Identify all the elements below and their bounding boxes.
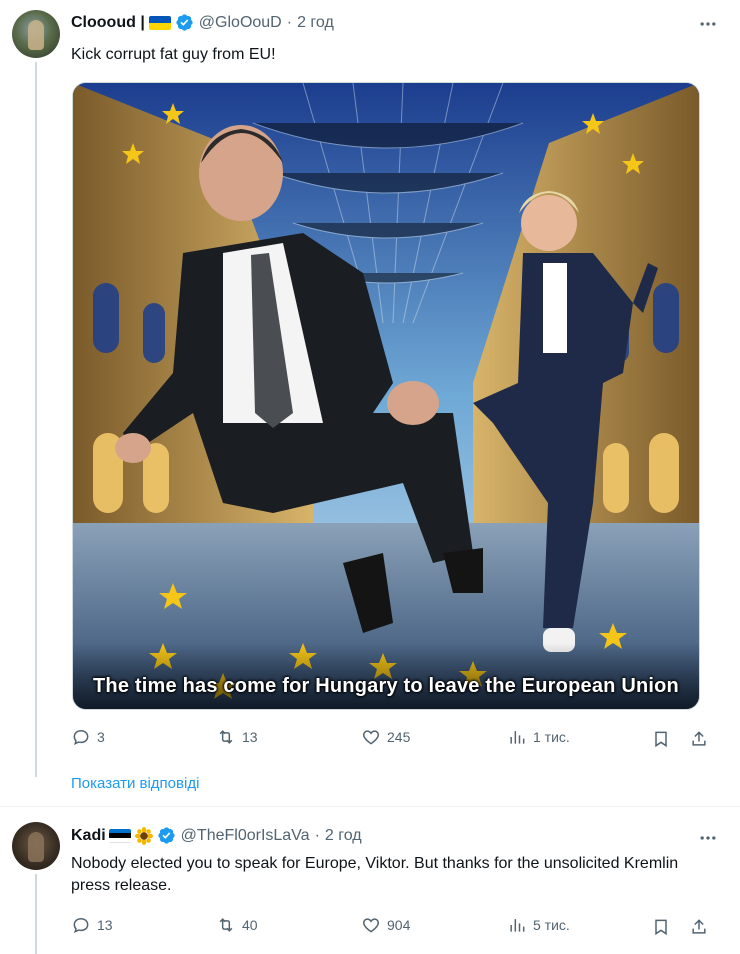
tweet-actions: 13 40 904 5 тис. [71,915,721,939]
repost-count: 40 [242,917,258,933]
like-count: 245 [387,729,411,745]
sunflower-icon [134,826,153,845]
tweet-header: Cloooud | @GloOouD · 2 год [71,13,334,32]
image-caption: The time has come for Hungary to leave t… [93,675,679,697]
reply-count: 13 [97,917,113,933]
verified-badge-icon[interactable] [157,826,176,845]
views-icon [510,919,525,932]
avatar[interactable] [12,822,60,870]
user-handle[interactable]: @GloOouD [199,14,282,32]
reply-count: 3 [97,729,105,745]
tweet-divider [0,806,740,807]
tweet-text: Nobody elected you to speak for Europe, … [71,855,679,894]
repost-count: 13 [242,729,258,745]
thread-connector-line [35,874,37,954]
tweet[interactable]: Cloooud | @GloOouD · 2 год Kick corrupt … [0,0,740,806]
show-replies-link[interactable]: Показати відповіді [71,775,199,792]
avatar-figure [28,832,44,862]
repost-icon [219,730,233,744]
tweet-text: Kick corrupt fat guy from EU! [71,46,276,63]
reply-button[interactable]: 13 [71,915,113,935]
bookmark-icon[interactable] [651,729,671,749]
reply-icon [73,917,89,934]
like-button[interactable]: 904 [361,915,410,935]
like-button[interactable]: 245 [361,727,410,747]
tweet-image[interactable]: The time has come for Hungary to leave t… [72,82,700,710]
share-icon[interactable] [689,729,709,749]
repost-button[interactable]: 13 [216,727,258,747]
views-count: 1 тис. [533,729,570,745]
timestamp[interactable]: 2 год [325,827,362,845]
share-icon[interactable] [689,917,709,937]
bookmark-icon[interactable] [651,917,671,937]
display-name[interactable]: Kadi [71,827,106,845]
display-name[interactable]: Cloooud | [71,14,145,32]
more-icon[interactable] [698,14,718,34]
timestamp[interactable]: 2 год [297,14,334,32]
reply-icon [73,729,89,746]
views-count: 5 тис. [533,917,570,933]
reply-button[interactable]: 3 [71,727,105,747]
like-count: 904 [387,917,411,933]
tweet-header: Kadi @TheFl0orIsLaVa · 2 год [71,826,362,845]
estonia-flag-icon [108,828,131,843]
views-icon [510,731,525,744]
image-illustration [73,83,699,709]
avatar[interactable] [12,10,60,58]
separator-dot: · [286,13,293,31]
like-icon [362,918,380,933]
views-button[interactable]: 1 тис. [507,727,570,747]
verified-badge-icon[interactable] [175,13,194,32]
user-handle[interactable]: @TheFl0orIsLaVa [181,827,310,845]
ukraine-flag-icon [148,15,171,30]
like-icon [362,730,380,745]
views-button[interactable]: 5 тис. [507,915,570,935]
separator-dot: · [314,826,320,844]
more-icon[interactable] [698,828,718,848]
tweet-actions: 3 13 245 1 тис. [71,727,721,751]
repost-icon [219,918,233,932]
avatar-figure [28,20,44,50]
repost-button[interactable]: 40 [216,915,258,935]
